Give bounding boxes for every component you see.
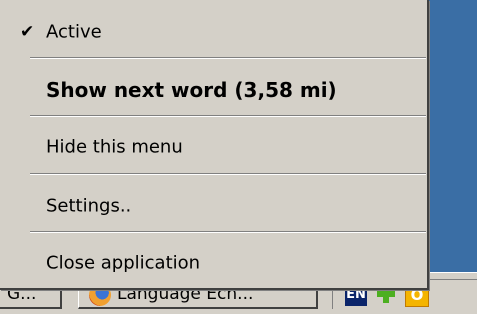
menu-separator bbox=[30, 115, 426, 117]
menu-item-label: Active bbox=[46, 21, 102, 43]
context-menu: ✔ Active Show next word (3,58 mi) Hide t… bbox=[0, 0, 429, 290]
menu-item-label: Show next word (3,58 mi) bbox=[46, 78, 337, 102]
menu-item-label: Settings.. bbox=[46, 195, 132, 217]
menu-separator bbox=[30, 57, 426, 59]
checkmark-icon: ✔ bbox=[20, 22, 35, 42]
menu-item-settings[interactable]: Settings.. bbox=[0, 181, 427, 231]
menu-item-close-application[interactable]: Close application bbox=[0, 238, 427, 288]
menu-item-label: Close application bbox=[46, 252, 201, 274]
menu-item-active[interactable]: ✔ Active bbox=[0, 7, 427, 57]
menu-item-label: Hide this menu bbox=[46, 136, 183, 158]
menu-separator bbox=[30, 231, 426, 233]
menu-item-show-next-word[interactable]: Show next word (3,58 mi) bbox=[0, 65, 427, 115]
menu-item-hide-menu[interactable]: Hide this menu bbox=[0, 122, 427, 172]
menu-separator bbox=[30, 173, 426, 175]
